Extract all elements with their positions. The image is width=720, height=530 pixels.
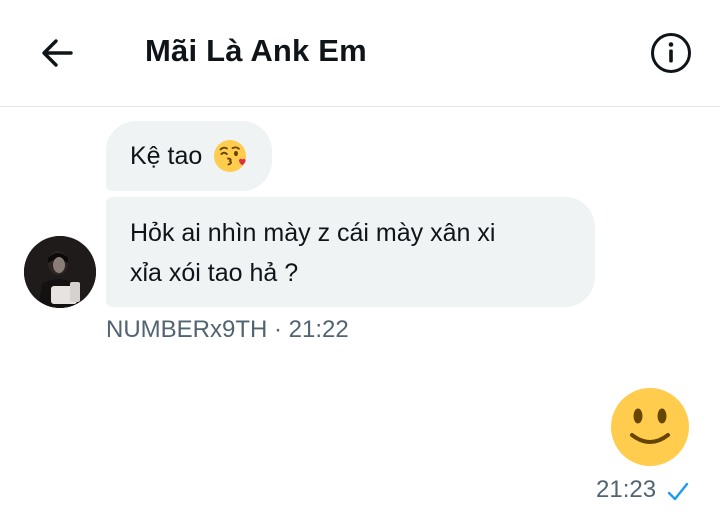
conversation-title[interactable]: Mãi Là Ank Em — [145, 33, 367, 69]
message-bubble[interactable]: Kệ tao — [106, 121, 273, 191]
back-button[interactable] — [34, 30, 80, 76]
conversation-header: Mãi Là Ank Em — [0, 0, 720, 107]
message-bubble[interactable]: Hỏk ai nhìn mày z cái mày xân xi xỉa xói… — [106, 197, 595, 307]
message-meta: 21:23 — [596, 476, 690, 504]
avatar[interactable] — [24, 236, 96, 308]
info-circle-icon — [651, 33, 691, 73]
message-text: Kệ tao — [130, 142, 203, 170]
arrow-left-icon — [42, 39, 73, 67]
read-check-icon — [667, 482, 689, 501]
message-text-line: xỉa xói tao hả ? — [130, 259, 299, 287]
slightly-smiling-face-emoji[interactable] — [610, 387, 690, 467]
message-time: 21:23 — [596, 476, 657, 503]
message-meta: NUMBERx9TH · 21:22 — [106, 316, 349, 343]
face-blowing-kiss-emoji — [214, 140, 247, 172]
info-button[interactable] — [648, 30, 694, 76]
avatar-image — [24, 236, 96, 308]
message-text-line: Hỏk ai nhìn mày z cái mày xân xi — [130, 219, 496, 247]
